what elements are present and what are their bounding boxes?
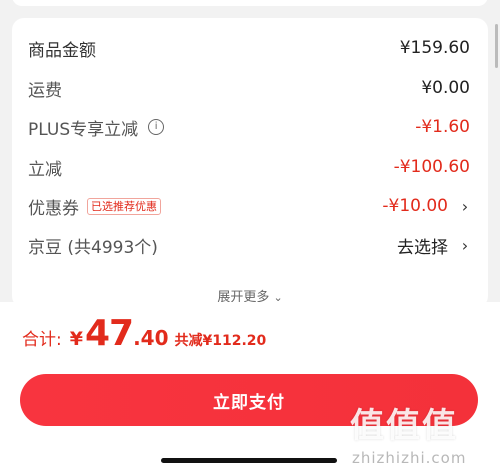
total-label: 合计:: [22, 330, 62, 350]
info-icon[interactable]: i: [148, 119, 165, 135]
plus-discount-label-wrap: PLUS专享立减 i: [28, 115, 165, 140]
jingdou-label: 京豆 (共4993个): [28, 237, 158, 258]
watermark-text: zhizhizhi.com: [352, 449, 467, 467]
jingdou-value-wrap: 去选择 ›: [397, 233, 470, 258]
total-saved: 共减¥112.20: [174, 333, 267, 349]
coupon-label-wrap: 优惠券 已选推荐优惠: [28, 194, 161, 219]
watermark-logo: 值值值: [350, 406, 458, 446]
instant-discount-value: -¥100.60: [393, 157, 470, 177]
coupon-value: -¥10.00: [382, 196, 448, 216]
goods-amount-label: 商品金额: [28, 40, 96, 61]
row-goods-amount: 商品金额 ¥159.60: [28, 28, 470, 68]
row-jingdou[interactable]: 京豆 (共4993个) 去选择 ›: [28, 225, 470, 265]
home-indicator[interactable]: [161, 458, 337, 463]
goods-amount-value: ¥159.60: [399, 38, 470, 58]
instant-discount-label: 立减: [28, 159, 62, 180]
chevron-right-icon: ›: [461, 235, 469, 255]
total-currency: ¥: [69, 328, 83, 350]
shipping-value: ¥0.00: [421, 78, 470, 98]
plus-discount-value: -¥1.60: [415, 117, 470, 137]
chevron-right-icon: ›: [461, 196, 469, 216]
row-coupon[interactable]: 优惠券 已选推荐优惠 -¥10.00 ›: [28, 186, 470, 226]
row-plus-discount: PLUS专享立减 i -¥1.60: [28, 107, 470, 147]
top-card: [12, 0, 488, 6]
total-decimal: .40: [133, 326, 169, 350]
coupon-label: 优惠券: [28, 198, 79, 219]
row-instant-discount: 立减 -¥100.60: [28, 147, 470, 187]
shipping-label: 运费: [28, 80, 62, 101]
plus-discount-label: PLUS专享立减: [28, 119, 139, 140]
total-integer: 47: [84, 313, 134, 354]
row-shipping: 运费 ¥0.00: [28, 68, 470, 108]
recommended-coupon-badge: 已选推荐优惠: [87, 197, 161, 215]
total-amount: 合计: ¥ 47 .40 共减¥112.20: [22, 313, 266, 354]
coupon-value-wrap: -¥10.00 ›: [382, 196, 470, 216]
jingdou-select: 去选择: [397, 237, 448, 258]
scrollbar[interactable]: [495, 24, 498, 68]
